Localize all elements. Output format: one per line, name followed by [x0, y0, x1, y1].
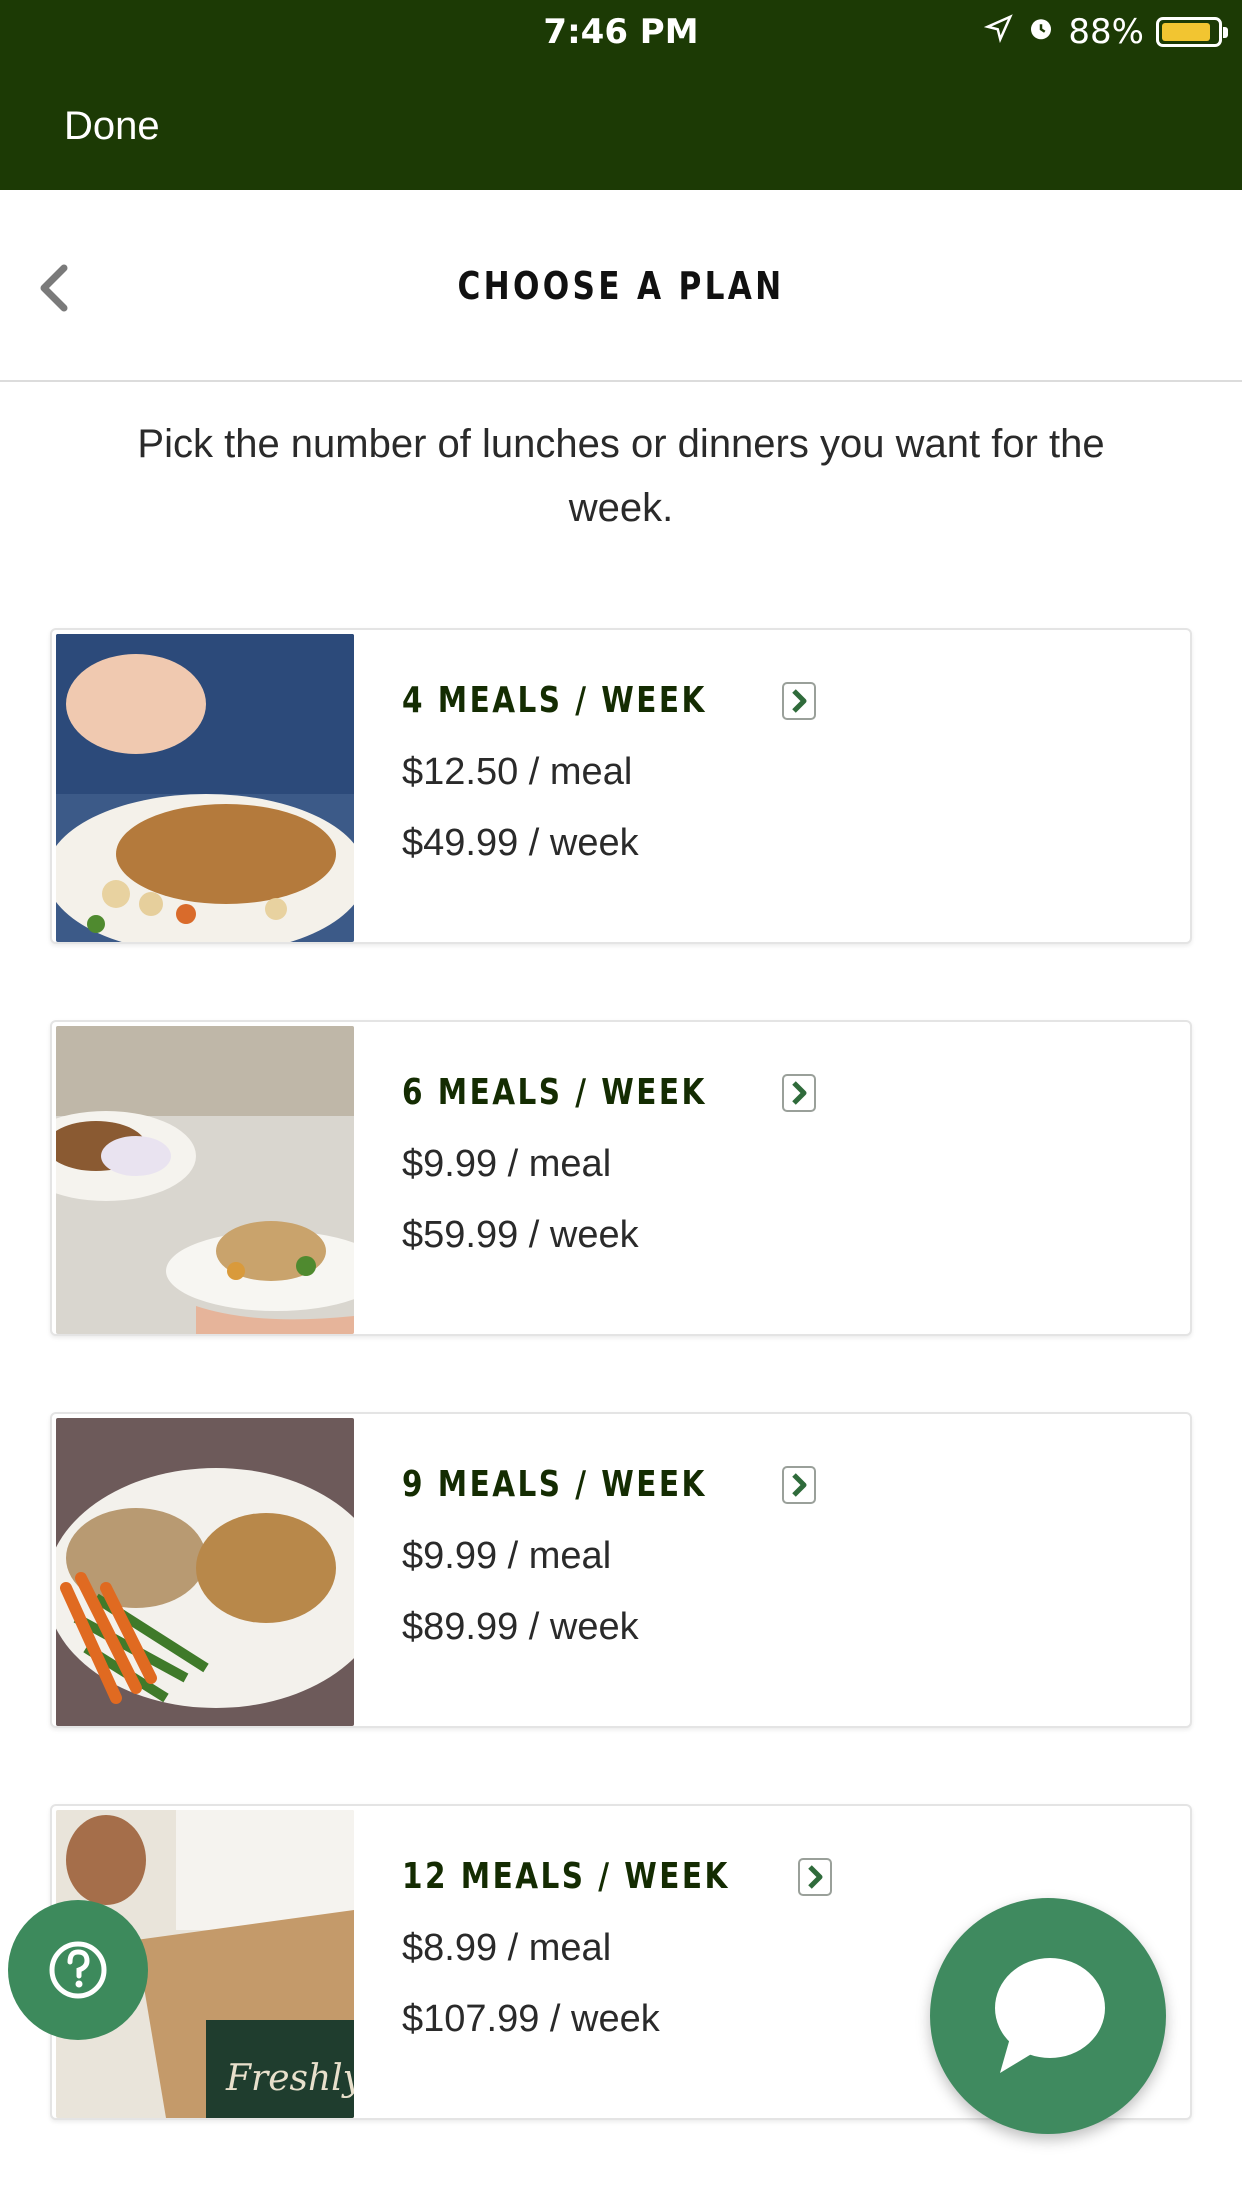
- chat-button[interactable]: [930, 1898, 1166, 2134]
- chevron-right-icon[interactable]: [782, 1466, 816, 1504]
- plan-card-9-meals[interactable]: 9 MEALS / WEEK $9.99 / meal $89.99 / wee…: [50, 1412, 1192, 1728]
- plan-details: 4 MEALS / WEEK $12.50 / meal $49.99 / we…: [402, 680, 774, 865]
- plan-meals-label: 4 MEALS / WEEK: [402, 680, 707, 721]
- battery-percent: 88%: [1068, 12, 1144, 52]
- freshly-logo: Freshly: [225, 2058, 354, 2099]
- chat-bubble-icon: [995, 1958, 1105, 2073]
- chevron-right-icon[interactable]: [782, 682, 816, 720]
- question-circle-icon: [49, 1941, 107, 1999]
- plan-card-6-meals[interactable]: 6 MEALS / WEEK $9.99 / meal $59.99 / wee…: [50, 1020, 1192, 1336]
- plan-price-per-meal: $12.50 / meal: [402, 751, 633, 793]
- plan-card-4-meals[interactable]: 4 MEALS / WEEK $12.50 / meal $49.99 / we…: [50, 628, 1192, 944]
- plan-price-per-meal: $9.99 / meal: [402, 1143, 612, 1185]
- plan-instructions: Pick the number of lunches or dinners yo…: [137, 422, 1105, 530]
- help-button[interactable]: [8, 1900, 148, 2040]
- page-title: CHOOSE A PLAN: [457, 264, 785, 308]
- plan-meals-label: 6 MEALS / WEEK: [402, 1072, 707, 1113]
- plan-price-per-meal: $8.99 / meal: [402, 1927, 612, 1969]
- location-arrow-icon: [984, 12, 1014, 52]
- chevron-right-icon[interactable]: [782, 1074, 816, 1112]
- plan-price-per-week: $49.99 / week: [402, 822, 639, 864]
- plan-price-per-week: $107.99 / week: [402, 1998, 660, 2040]
- plan-price-per-week: $89.99 / week: [402, 1606, 639, 1648]
- battery-icon: [1156, 17, 1228, 47]
- carrots-beans-plate-photo: [56, 1418, 354, 1726]
- status-right: 88%: [984, 12, 1228, 52]
- plan-meals-label: 9 MEALS / WEEK: [402, 1464, 707, 1505]
- status-bar: 7:46 PM 88%: [0, 0, 1242, 60]
- alarm-icon: [1026, 12, 1056, 52]
- chevron-right-icon[interactable]: [798, 1858, 832, 1896]
- done-button[interactable]: Done: [64, 104, 160, 149]
- plan-price-per-week: $59.99 / week: [402, 1214, 639, 1256]
- top-bar: Done: [0, 60, 1242, 190]
- plan-details: 12 MEALS / WEEK $8.99 / meal $107.99 / w…: [402, 1856, 802, 2041]
- plan-meals-label: 12 MEALS / WEEK: [402, 1856, 730, 1897]
- navigation-bar: CHOOSE A PLAN: [0, 190, 1242, 382]
- plan-details: 9 MEALS / WEEK $9.99 / meal $89.99 / wee…: [402, 1464, 774, 1649]
- plates-in-kitchen-photo: [56, 1026, 354, 1334]
- plan-details: 6 MEALS / WEEK $9.99 / meal $59.99 / wee…: [402, 1072, 774, 1257]
- chicken-plate-photo: [56, 634, 354, 942]
- back-chevron-icon[interactable]: [34, 262, 72, 314]
- plan-price-per-meal: $9.99 / meal: [402, 1535, 612, 1577]
